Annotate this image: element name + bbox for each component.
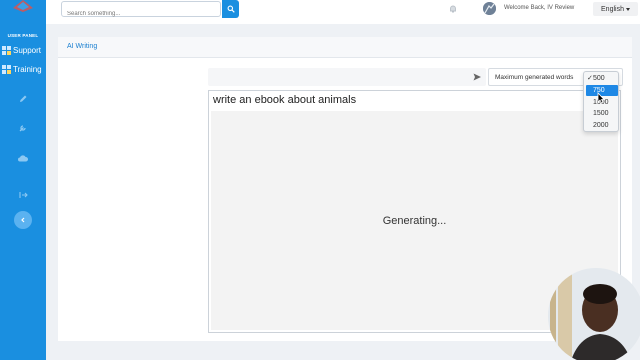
option-label: 2000: [593, 122, 609, 129]
option-1500[interactable]: 1500: [586, 108, 618, 119]
option-500[interactable]: ✓ 500: [586, 73, 618, 84]
main-card: Maximum generated words write an ebook a…: [58, 58, 632, 341]
caret-down-icon: [625, 7, 630, 11]
logout-icon[interactable]: [17, 189, 29, 201]
search-icon: [227, 5, 235, 13]
status-text: Generating...: [382, 215, 447, 227]
option-label: 1500: [593, 110, 609, 117]
sidebar-item-training[interactable]: Training: [2, 65, 42, 74]
language-label: English: [601, 5, 624, 13]
option-label: 500: [593, 75, 605, 82]
topbar: Welcome Back, IV Review English: [46, 0, 640, 24]
output-title: write an ebook about animals: [213, 94, 357, 106]
search-input[interactable]: [62, 7, 220, 21]
option-2000[interactable]: 2000: [586, 120, 618, 131]
pencil-icon[interactable]: [17, 93, 29, 105]
mouse-cursor-icon: [597, 92, 605, 104]
grid-icon: [2, 46, 11, 55]
cloud-icon[interactable]: [17, 152, 29, 164]
page-header: AI Writing: [58, 37, 632, 58]
send-icon[interactable]: [472, 72, 482, 82]
page-title: AI Writing: [67, 43, 98, 50]
logo-icon[interactable]: [13, 0, 33, 12]
sidebar-item-label: Training: [13, 65, 42, 74]
avatar[interactable]: [483, 2, 496, 15]
search-box: [61, 1, 221, 21]
sidebar-item-label: Support: [13, 46, 42, 55]
welcome-text: Welcome Back, IV Review: [504, 5, 575, 11]
language-select[interactable]: English: [593, 2, 638, 16]
chevron-left-icon: [21, 217, 25, 223]
search-button[interactable]: [222, 0, 239, 18]
user-panel-label: USER PANEL: [7, 33, 39, 38]
check-icon: ✓: [587, 75, 593, 82]
sidebar-collapse-button[interactable]: [14, 211, 32, 229]
max-words-label: Maximum generated words: [495, 74, 574, 81]
bell-icon[interactable]: [448, 4, 458, 14]
webcam-overlay: [548, 268, 640, 360]
wrench-icon[interactable]: [17, 122, 29, 134]
grid-icon: [2, 65, 11, 74]
prompt-input[interactable]: [208, 68, 486, 86]
sidebar: USER PANEL Support Training: [0, 0, 46, 360]
sidebar-item-support[interactable]: Support: [2, 46, 41, 55]
